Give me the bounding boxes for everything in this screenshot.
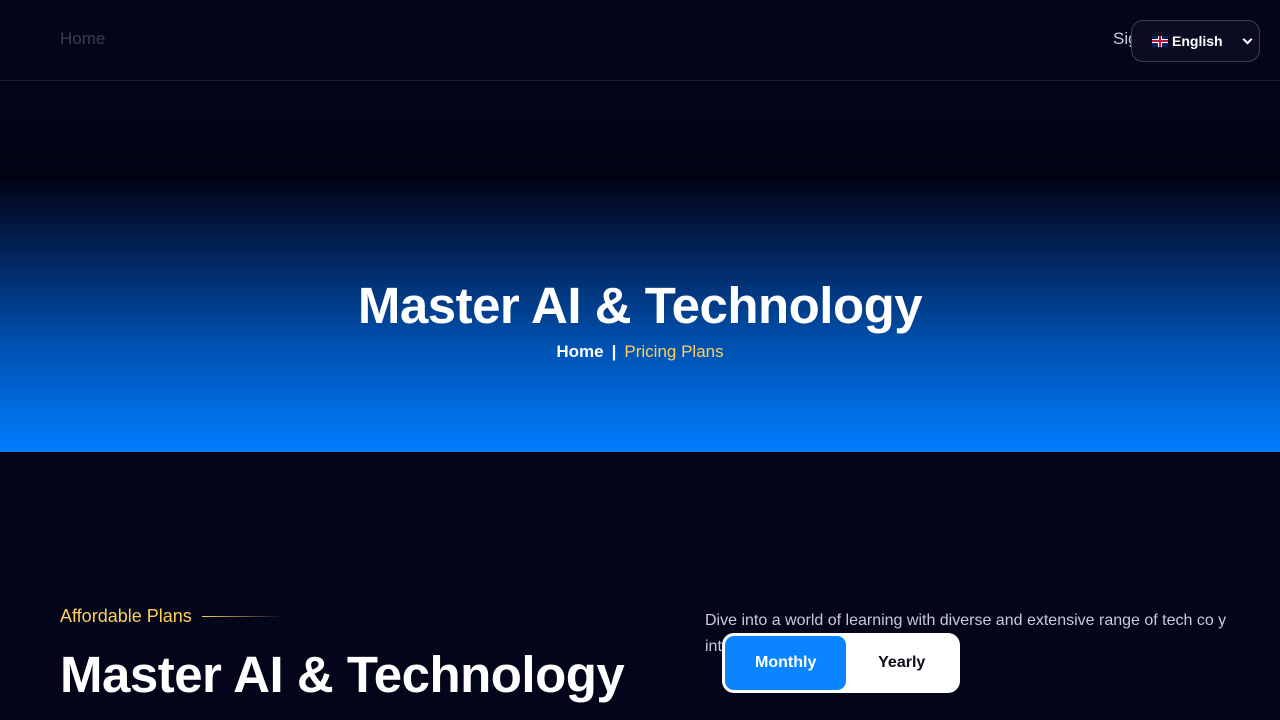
language-label: English: [1172, 33, 1223, 49]
hero-title: Master AI & Technology: [357, 277, 923, 334]
section-eyebrow: Affordable Plans: [60, 606, 282, 627]
site-header: Home Sig English: [0, 0, 1280, 81]
breadcrumb: Home | Pricing Plans: [0, 342, 1280, 362]
uk-flag-icon: [1152, 35, 1168, 47]
pricing-page: Home Sig English Master AI & Technology …: [0, 0, 1280, 720]
eyebrow-divider: [201, 616, 282, 617]
monthly-toggle-button[interactable]: Monthly: [725, 636, 847, 690]
breadcrumb-current: Pricing Plans: [624, 342, 724, 361]
language-select[interactable]: English: [1131, 20, 1260, 62]
breadcrumb-home-link[interactable]: Home: [556, 342, 603, 361]
nav-home-link[interactable]: Home: [60, 29, 105, 49]
breadcrumb-separator: |: [611, 342, 617, 361]
yearly-toggle-button[interactable]: Yearly: [846, 636, 957, 690]
section-title: Master AI & Technology: [60, 646, 625, 703]
eyebrow-label: Affordable Plans: [60, 606, 192, 626]
billing-period-toggle: Monthly Yearly: [722, 633, 960, 693]
hero-banner: Master AI & Technology Home | Pricing Plan…: [0, 81, 1280, 452]
chevron-down-icon: [1242, 34, 1253, 44]
